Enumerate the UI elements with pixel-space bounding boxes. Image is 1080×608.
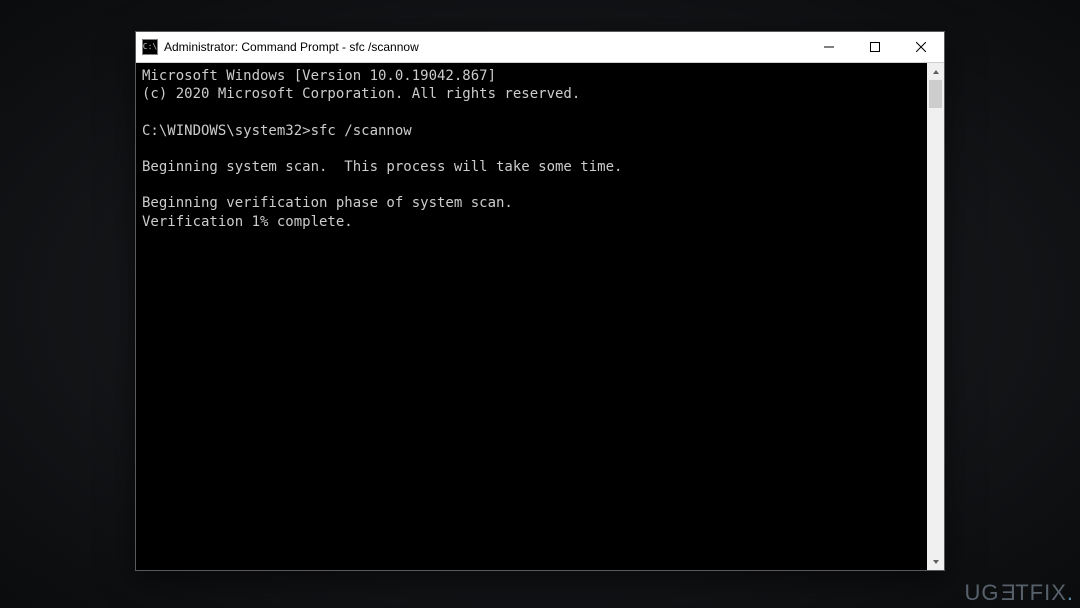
titlebar[interactable]: C:\ Administrator: Command Prompt - sfc … (136, 32, 944, 62)
watermark-dot: . (1067, 580, 1074, 605)
scroll-up-button[interactable] (927, 63, 944, 80)
watermark-part-3: TFIX (1015, 580, 1067, 605)
watermark-part-e: E (1000, 580, 1016, 606)
watermark-logo: UGETFIX. (965, 580, 1074, 606)
console-area: Microsoft Windows [Version 10.0.19042.86… (136, 62, 944, 570)
close-button[interactable] (898, 32, 944, 62)
command-prompt-window: C:\ Administrator: Command Prompt - sfc … (135, 31, 945, 571)
scrollbar-thumb[interactable] (929, 80, 942, 108)
cmd-icon: C:\ (142, 39, 158, 55)
minimize-button[interactable] (806, 32, 852, 62)
vertical-scrollbar[interactable] (927, 63, 944, 570)
console-output[interactable]: Microsoft Windows [Version 10.0.19042.86… (136, 63, 927, 570)
scroll-down-button[interactable] (927, 553, 944, 570)
maximize-button[interactable] (852, 32, 898, 62)
watermark-part-1: UG (965, 580, 1000, 605)
cmd-icon-glyph: C:\ (143, 43, 157, 51)
window-title: Administrator: Command Prompt - sfc /sca… (164, 40, 419, 54)
window-controls (806, 32, 944, 62)
scrollbar-track[interactable] (927, 80, 944, 553)
